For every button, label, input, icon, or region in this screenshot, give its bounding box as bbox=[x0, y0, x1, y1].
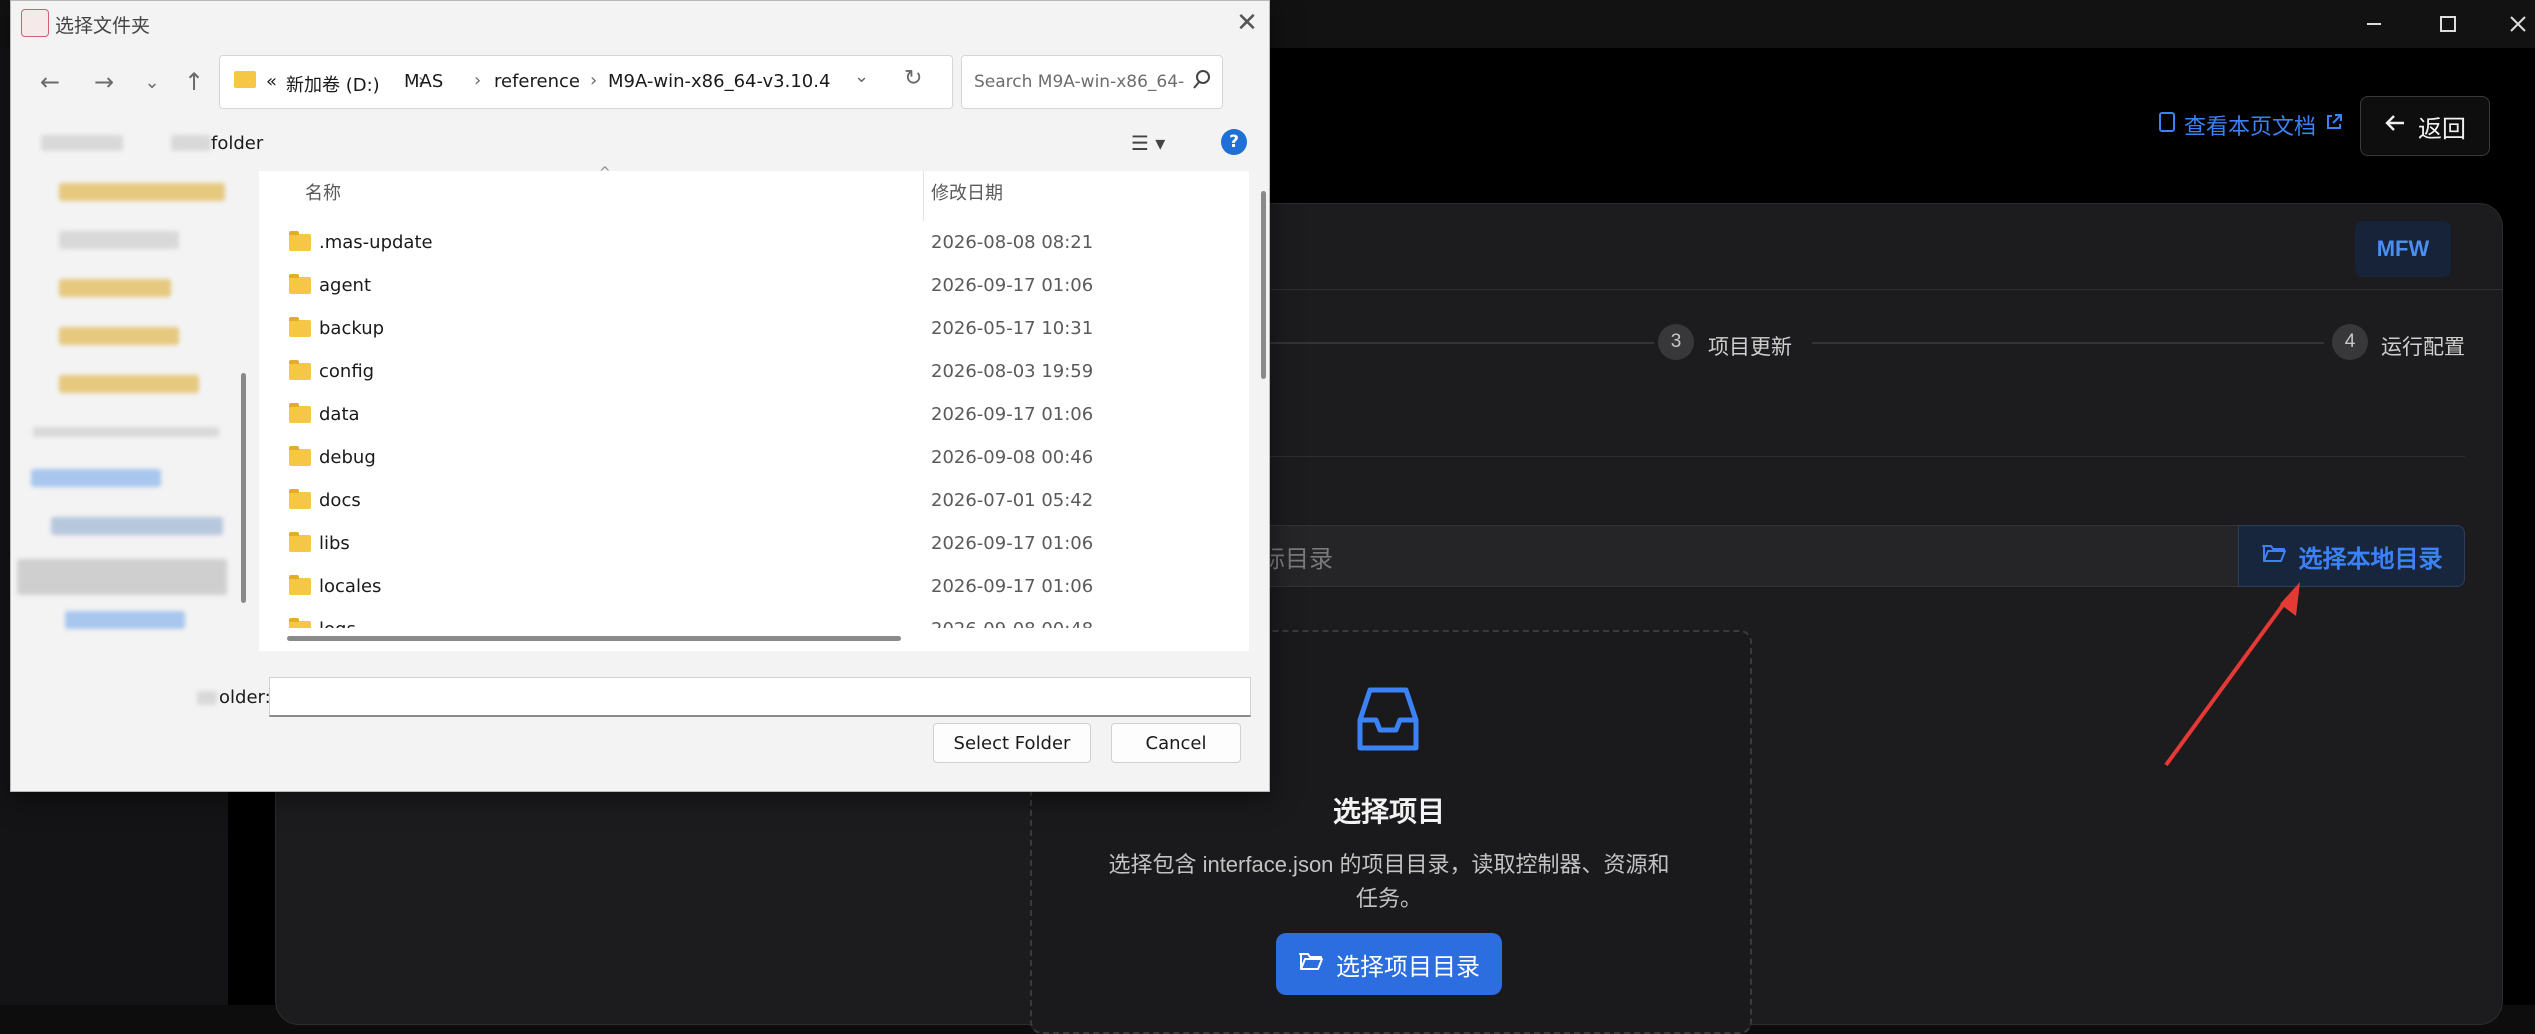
new-folder-label[interactable]: folder bbox=[211, 133, 263, 154]
chevron-right-icon: › bbox=[474, 70, 482, 91]
back-arrow-icon[interactable]: ← bbox=[33, 65, 67, 99]
select-folder-dialog: 选择文件夹 ✕ ← → ⌄ ↑ « 新加卷 (D:) › MAS › refer… bbox=[10, 0, 1270, 792]
dialog-toolbar: folder ☰ ▾ ? bbox=[11, 119, 1269, 167]
file-name: data bbox=[319, 404, 360, 425]
nav-item[interactable] bbox=[65, 611, 185, 629]
column-header-modified[interactable]: 修改日期 bbox=[931, 179, 1003, 205]
vertical-scrollbar[interactable] bbox=[1261, 191, 1266, 379]
column-divider[interactable] bbox=[923, 171, 924, 221]
dialog-title: 选择文件夹 bbox=[55, 15, 151, 37]
dialog-titlebar: 选择文件夹 ✕ bbox=[11, 1, 1269, 45]
forward-arrow-icon[interactable]: → bbox=[87, 65, 121, 99]
file-date: 2026-09-17 01:06 bbox=[931, 576, 1094, 597]
file-row[interactable]: locales 2026-09-17 01:06 bbox=[259, 565, 1249, 608]
navigation-pane bbox=[11, 171, 243, 651]
breadcrumb-overflow[interactable]: « bbox=[266, 71, 277, 92]
up-arrow-icon[interactable]: ↑ bbox=[177, 65, 211, 99]
folder-icon bbox=[289, 532, 311, 552]
nav-item[interactable] bbox=[59, 375, 199, 393]
view-options-icon[interactable]: ☰ ▾ bbox=[1131, 131, 1165, 155]
folder-icon bbox=[289, 489, 311, 509]
file-date: 2026-08-03 19:59 bbox=[931, 361, 1094, 382]
sort-arrow-icon: ^ bbox=[599, 165, 611, 181]
file-name: logs bbox=[319, 619, 356, 628]
chevron-down-icon[interactable]: ⌄ bbox=[854, 66, 869, 87]
file-date: 2026-09-17 01:06 bbox=[931, 275, 1094, 296]
nav-scrollbar[interactable] bbox=[241, 373, 246, 603]
refresh-icon[interactable]: ↻ bbox=[904, 66, 922, 91]
folder-icon bbox=[289, 274, 311, 294]
file-date: 2026-07-01 05:42 bbox=[931, 490, 1094, 511]
file-name: locales bbox=[319, 576, 382, 597]
folder-icon bbox=[289, 618, 311, 628]
folder-icon bbox=[289, 317, 311, 337]
help-icon[interactable]: ? bbox=[1221, 129, 1247, 155]
breadcrumb-mas[interactable]: MAS bbox=[404, 71, 443, 92]
file-name: docs bbox=[319, 490, 361, 511]
folder-label: older: bbox=[219, 687, 271, 708]
horizontal-scrollbar[interactable] bbox=[287, 636, 901, 641]
file-name: backup bbox=[319, 318, 385, 339]
cancel-button[interactable]: Cancel bbox=[1111, 723, 1241, 763]
nav-item[interactable] bbox=[51, 517, 223, 535]
folder-icon bbox=[289, 575, 311, 595]
file-row[interactable]: .mas-update 2026-08-08 08:21 bbox=[259, 221, 1249, 264]
recent-chevron-icon[interactable]: ⌄ bbox=[135, 65, 169, 99]
file-name: debug bbox=[319, 447, 376, 468]
organize-menu[interactable] bbox=[41, 135, 123, 151]
file-row[interactable]: data 2026-09-17 01:06 bbox=[259, 393, 1249, 436]
dialog-close-icon[interactable]: ✕ bbox=[1231, 7, 1263, 39]
folder-icon bbox=[289, 360, 311, 380]
address-bar[interactable]: « 新加卷 (D:) › MAS › reference › M9A-win-x… bbox=[219, 55, 953, 109]
nav-divider bbox=[33, 427, 219, 437]
file-list: 名称 ^ 修改日期 .mas-update 2026-08-08 08:21 ag… bbox=[259, 165, 1249, 651]
search-icon bbox=[1192, 68, 1212, 96]
file-row[interactable]: config 2026-08-03 19:59 bbox=[259, 350, 1249, 393]
file-row[interactable]: logs 2026-09-08 00:48 bbox=[259, 608, 1249, 628]
file-row[interactable]: agent 2026-09-17 01:06 bbox=[259, 264, 1249, 307]
select-folder-button[interactable]: Select Folder bbox=[933, 723, 1091, 763]
search-placeholder: Search M9A-win-x86_64-v3.... bbox=[974, 72, 1184, 92]
file-name: config bbox=[319, 361, 375, 382]
file-row[interactable]: debug 2026-09-08 00:46 bbox=[259, 436, 1249, 479]
file-name: agent bbox=[319, 275, 371, 296]
file-date: 2026-05-17 10:31 bbox=[931, 318, 1094, 339]
file-name: libs bbox=[319, 533, 350, 554]
column-header-name[interactable]: 名称 bbox=[305, 179, 341, 205]
file-date: 2026-09-08 00:46 bbox=[931, 447, 1094, 468]
nav-item[interactable] bbox=[31, 469, 161, 487]
file-name: .mas-update bbox=[319, 232, 433, 253]
file-row[interactable]: libs 2026-09-17 01:06 bbox=[259, 522, 1249, 565]
nav-item[interactable] bbox=[59, 279, 171, 297]
file-date: 2026-09-17 01:06 bbox=[931, 533, 1094, 554]
breadcrumb-drive[interactable]: 新加卷 (D:) bbox=[286, 71, 380, 97]
file-row[interactable]: backup 2026-05-17 10:31 bbox=[259, 307, 1249, 350]
folder-icon bbox=[289, 403, 311, 423]
folder-icon bbox=[289, 231, 311, 251]
file-date: 2026-08-08 08:21 bbox=[931, 232, 1094, 253]
folder-label-prefix bbox=[197, 691, 217, 705]
nav-item[interactable] bbox=[59, 231, 179, 249]
nav-item[interactable] bbox=[59, 327, 179, 345]
app-logo-icon bbox=[21, 9, 49, 37]
file-date: 2026-09-17 01:06 bbox=[931, 404, 1094, 425]
file-date: 2026-09-08 00:48 bbox=[931, 619, 1093, 628]
new-folder-icon[interactable] bbox=[171, 135, 211, 151]
file-row[interactable]: docs 2026-07-01 05:42 bbox=[259, 479, 1249, 522]
breadcrumb-reference[interactable]: reference bbox=[494, 71, 580, 92]
chevron-right-icon: › bbox=[590, 70, 598, 91]
breadcrumb-current[interactable]: M9A-win-x86_64-v3.10.4 bbox=[608, 71, 830, 92]
folder-icon bbox=[234, 71, 256, 88]
search-input[interactable]: Search M9A-win-x86_64-v3.... bbox=[961, 55, 1223, 109]
nav-item-selected[interactable] bbox=[17, 559, 227, 595]
nav-item[interactable] bbox=[59, 183, 225, 201]
folder-icon bbox=[289, 446, 311, 466]
folder-name-input[interactable] bbox=[269, 677, 1251, 717]
